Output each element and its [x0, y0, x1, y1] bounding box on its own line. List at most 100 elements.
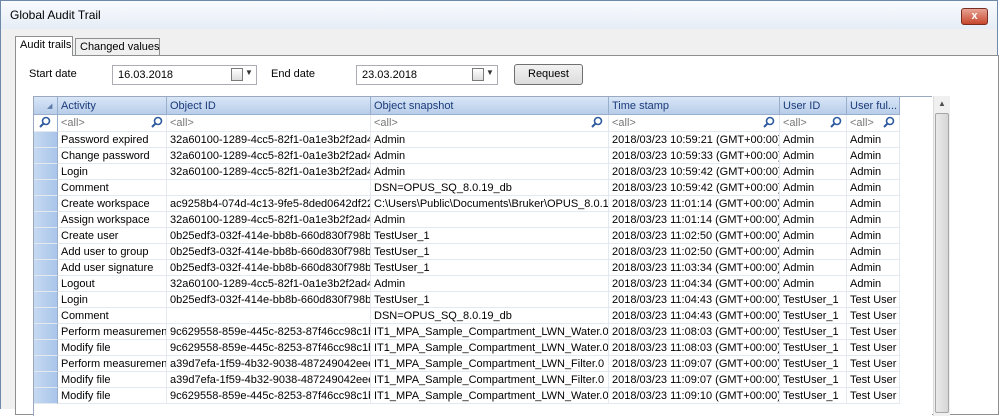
cell-object-snapshot[interactable]: TestUser_1 — [371, 260, 609, 276]
cell-user-id[interactable]: Admin — [780, 164, 847, 180]
cell-object-id[interactable]: a39d7efa-1f59-4b32-9038-487249042eee — [167, 372, 371, 388]
vertical-scrollbar[interactable]: ▲ — [933, 96, 950, 416]
cell-user-id[interactable]: Admin — [780, 260, 847, 276]
cell-activity[interactable]: Perform measurement — [58, 324, 167, 340]
cell-user-id[interactable]: Admin — [780, 244, 847, 260]
table-row[interactable]: Modify file 9c629558-859e-445c-8253-87f46… — [34, 388, 932, 404]
cell-object-id[interactable]: 9c629558-859e-445c-8253-87f46cc98c1b — [167, 324, 371, 340]
cell-activity[interactable]: Perform measurement — [58, 356, 167, 372]
cell-user-id[interactable]: TestUser_1 — [780, 308, 847, 324]
cell-user-full-name[interactable]: Admin — [847, 212, 900, 228]
table-row[interactable]: Modify file 9c629558-859e-445c-8253-87f46… — [34, 340, 932, 356]
filter-cell-time-stamp[interactable]: <all> — [609, 115, 780, 132]
filter-cell-activity[interactable]: <all> — [58, 115, 167, 132]
row-selector[interactable] — [34, 164, 58, 180]
cell-time-stamp[interactable]: 2018/03/23 11:01:14 (GMT+00:00) — [609, 196, 780, 212]
row-selector[interactable] — [34, 212, 58, 228]
cell-activity[interactable]: Comment — [58, 308, 167, 324]
cell-activity[interactable]: Login — [58, 164, 167, 180]
row-selector[interactable] — [34, 372, 58, 388]
corner-cell[interactable]: ◢ — [34, 97, 58, 115]
calendar-icon[interactable] — [472, 68, 484, 81]
cell-time-stamp[interactable]: 2018/03/23 11:01:14 (GMT+00:00) — [609, 212, 780, 228]
filter-row-selector[interactable] — [34, 115, 58, 132]
cell-object-snapshot[interactable]: TestUser_1 — [371, 244, 609, 260]
cell-user-full-name[interactable]: Admin — [847, 132, 900, 148]
search-icon[interactable] — [830, 116, 842, 128]
end-date-picker[interactable]: 23.03.2018 ▼ — [356, 65, 498, 85]
row-selector[interactable] — [34, 324, 58, 340]
cell-object-id[interactable]: 0b25edf3-032f-414e-bb8b-660d830f798b — [167, 244, 371, 260]
cell-user-full-name[interactable]: Admin — [847, 260, 900, 276]
cell-object-id[interactable] — [167, 180, 371, 196]
cell-activity[interactable]: Change password — [58, 148, 167, 164]
row-selector[interactable] — [34, 132, 58, 148]
cell-object-id[interactable]: 0b25edf3-032f-414e-bb8b-660d830f798b — [167, 260, 371, 276]
cell-object-snapshot[interactable]: IT1_MPA_Sample_Compartment_LWN_Filter.0 — [371, 372, 609, 388]
title-bar[interactable]: Global Audit Trail x — [1, 1, 997, 29]
cell-object-id[interactable] — [167, 308, 371, 324]
cell-activity[interactable]: Comment — [58, 180, 167, 196]
cell-time-stamp[interactable]: 2018/03/23 10:59:42 (GMT+00:00) — [609, 180, 780, 196]
cell-user-full-name[interactable]: Admin — [847, 196, 900, 212]
table-row[interactable]: Modify file a39d7efa-1f59-4b32-9038-48724… — [34, 372, 932, 388]
cell-time-stamp[interactable]: 2018/03/23 11:09:07 (GMT+00:00) — [609, 372, 780, 388]
cell-time-stamp[interactable]: 2018/03/23 11:04:43 (GMT+00:00) — [609, 308, 780, 324]
cell-time-stamp[interactable]: 2018/03/23 10:59:33 (GMT+00:00) — [609, 148, 780, 164]
table-row[interactable]: Create user 0b25edf3-032f-414e-bb8b-660d8… — [34, 228, 932, 244]
table-row[interactable]: Comment DSN=OPUS_SQ_8.0.19_db 2018/03/23 1… — [34, 308, 932, 324]
cell-user-id[interactable]: Admin — [780, 148, 847, 164]
cell-object-snapshot[interactable]: DSN=OPUS_SQ_8.0.19_db — [371, 180, 609, 196]
cell-user-id[interactable]: Admin — [780, 276, 847, 292]
cell-object-id[interactable]: 32a60100-1289-4cc5-82f1-0a1e3b2f2ad4 — [167, 132, 371, 148]
close-button[interactable]: x — [961, 8, 988, 25]
cell-activity[interactable]: Create workspace — [58, 196, 167, 212]
cell-activity[interactable]: Assign workspace — [58, 212, 167, 228]
row-selector[interactable] — [34, 356, 58, 372]
row-selector[interactable] — [34, 228, 58, 244]
column-header-object-id[interactable]: Object ID — [167, 97, 371, 115]
cell-activity[interactable]: Add user signature — [58, 260, 167, 276]
cell-object-snapshot[interactable]: IT1_MPA_Sample_Compartment_LWN_Water.0 — [371, 388, 609, 404]
cell-time-stamp[interactable]: 2018/03/23 11:08:03 (GMT+00:00) — [609, 324, 780, 340]
filter-cell-user-full-name[interactable]: <all> — [847, 115, 900, 132]
search-icon[interactable] — [883, 116, 895, 128]
row-selector[interactable] — [34, 148, 58, 164]
scrollbar-thumb[interactable] — [935, 113, 949, 413]
cell-object-snapshot[interactable]: C:\Users\Public\Documents\Bruker\OPUS_8.… — [371, 196, 609, 212]
row-selector[interactable] — [34, 388, 58, 404]
column-header-user-id[interactable]: User ID — [780, 97, 847, 115]
cell-user-full-name[interactable]: Test User — [847, 292, 900, 308]
cell-object-id[interactable]: a39d7efa-1f59-4b32-9038-487249042eee — [167, 356, 371, 372]
table-row[interactable]: Logout 32a60100-1289-4cc5-82f1-0a1e3b2f2a… — [34, 276, 932, 292]
cell-user-full-name[interactable]: Test User — [847, 356, 900, 372]
cell-object-id[interactable]: 32a60100-1289-4cc5-82f1-0a1e3b2f2ad4 — [167, 212, 371, 228]
cell-user-full-name[interactable]: Test User — [847, 340, 900, 356]
cell-activity[interactable]: Modify file — [58, 372, 167, 388]
cell-user-full-name[interactable]: Test User — [847, 372, 900, 388]
cell-object-snapshot[interactable]: TestUser_1 — [371, 228, 609, 244]
cell-object-id[interactable]: 32a60100-1289-4cc5-82f1-0a1e3b2f2ad4 — [167, 276, 371, 292]
row-selector[interactable] — [34, 260, 58, 276]
cell-user-id[interactable]: TestUser_1 — [780, 292, 847, 308]
table-row[interactable]: Create workspace ac9258b4-074d-4c13-9fe5-… — [34, 196, 932, 212]
cell-user-full-name[interactable]: Admin — [847, 228, 900, 244]
cell-object-id[interactable]: ac9258b4-074d-4c13-9fe5-8ded0642df22 — [167, 196, 371, 212]
table-row[interactable]: Login 32a60100-1289-4cc5-82f1-0a1e3b2f2ad… — [34, 164, 932, 180]
cell-object-snapshot[interactable]: IT1_MPA_Sample_Compartment_LWN_Filter.0 — [371, 356, 609, 372]
request-button[interactable]: Request — [514, 64, 583, 85]
table-row[interactable]: Assign workspace 32a60100-1289-4cc5-82f1-… — [34, 212, 932, 228]
row-selector[interactable] — [34, 196, 58, 212]
cell-activity[interactable]: Modify file — [58, 388, 167, 404]
cell-activity[interactable]: Logout — [58, 276, 167, 292]
cell-time-stamp[interactable]: 2018/03/23 11:04:34 (GMT+00:00) — [609, 276, 780, 292]
row-selector[interactable] — [34, 340, 58, 356]
table-row[interactable]: Change password 32a60100-1289-4cc5-82f1-0… — [34, 148, 932, 164]
cell-time-stamp[interactable]: 2018/03/23 11:08:03 (GMT+00:00) — [609, 340, 780, 356]
cell-time-stamp[interactable]: 2018/03/23 11:02:50 (GMT+00:00) — [609, 228, 780, 244]
table-row[interactable]: Perform measurement a39d7efa-1f59-4b32-90… — [34, 356, 932, 372]
cell-user-id[interactable]: Admin — [780, 196, 847, 212]
cell-user-id[interactable]: Admin — [780, 228, 847, 244]
cell-time-stamp[interactable]: 2018/03/23 11:02:50 (GMT+00:00) — [609, 244, 780, 260]
cell-user-full-name[interactable]: Admin — [847, 276, 900, 292]
